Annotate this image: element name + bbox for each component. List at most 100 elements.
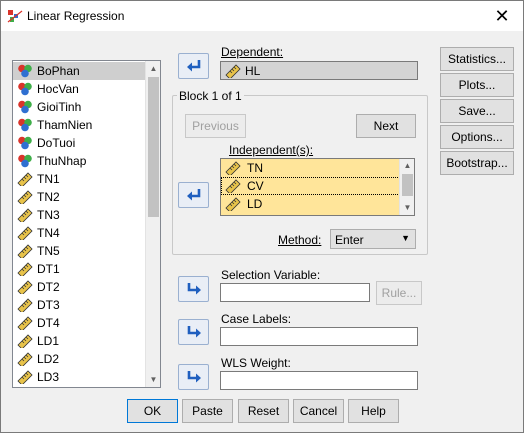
variable-item-ld1[interactable]: LD1 <box>13 332 146 350</box>
next-block-button[interactable]: Next <box>356 114 416 138</box>
dependent-field[interactable]: HL <box>220 61 418 80</box>
scale-variable-icon <box>17 352 33 366</box>
variable-list[interactable]: BoPhan HocVan GioiTinh ThamNien DoTuoi ThuNha… <box>12 60 161 388</box>
nominal-variable-icon <box>18 82 32 96</box>
independent-item-ld[interactable]: LD <box>221 195 414 213</box>
method-select[interactable]: Enter ▼ <box>330 229 416 249</box>
scroll-down-icon[interactable]: ▼ <box>400 201 414 215</box>
plots-button[interactable]: Plots... <box>440 73 514 97</box>
arrow-right-icon <box>187 371 201 383</box>
nominal-variable-icon <box>18 100 32 114</box>
independents-scrollbar[interactable]: ▲ ▼ <box>399 159 414 215</box>
move-to-dependent-button[interactable] <box>178 53 209 79</box>
variable-label: ThamNien <box>37 118 93 132</box>
variable-label: TN3 <box>37 208 60 222</box>
independent-label: LD <box>247 197 263 211</box>
variable-item-dt2[interactable]: DT2 <box>13 278 146 296</box>
variable-item-tn1[interactable]: TN1 <box>13 170 146 188</box>
variable-item-tn2[interactable]: TN2 <box>13 188 146 206</box>
scale-variable-icon <box>17 226 33 240</box>
scroll-up-icon[interactable]: ▲ <box>400 159 414 173</box>
variable-label: DT4 <box>37 316 60 330</box>
method-label: Method: <box>278 233 321 247</box>
scale-variable-icon <box>17 262 33 276</box>
move-to-wls-weight-button[interactable] <box>178 364 209 390</box>
scale-variable-icon <box>17 316 33 330</box>
scale-variable-icon <box>17 334 33 348</box>
previous-block-button[interactable]: Previous <box>185 114 246 138</box>
rule-button[interactable]: Rule... <box>376 281 422 305</box>
arrow-left-icon <box>187 60 201 72</box>
case-labels-field[interactable] <box>220 327 418 346</box>
paste-button[interactable]: Paste <box>182 399 233 423</box>
ok-button[interactable]: OK <box>127 399 178 423</box>
scale-variable-icon <box>225 161 241 175</box>
independent-label: TN <box>247 161 263 175</box>
independent-item-tn[interactable]: TN <box>221 159 414 177</box>
selection-variable-field[interactable] <box>220 283 370 302</box>
scale-variable-icon <box>17 280 33 294</box>
scale-variable-icon <box>17 172 33 186</box>
nominal-variable-icon <box>18 154 32 168</box>
nominal-variable-icon <box>18 118 32 132</box>
variable-label: TN5 <box>37 244 60 258</box>
variable-item-tn4[interactable]: TN4 <box>13 224 146 242</box>
nominal-variable-icon <box>18 136 32 150</box>
variable-label: BoPhan <box>37 64 80 78</box>
variable-item-ld3[interactable]: LD3 <box>13 368 146 386</box>
scale-variable-icon <box>225 179 241 193</box>
statistics-button[interactable]: Statistics... <box>440 47 514 71</box>
reset-button[interactable]: Reset <box>238 399 289 423</box>
method-label-text: Method: <box>278 233 322 247</box>
variable-label: GioiTinh <box>37 100 82 114</box>
independents-label: Independent(s): <box>229 143 314 157</box>
move-to-independents-button[interactable] <box>178 182 209 208</box>
variable-list-items: BoPhan HocVan GioiTinh ThamNien DoTuoi ThuNha… <box>13 62 146 386</box>
variable-item-hocvan[interactable]: HocVan <box>13 80 146 98</box>
move-to-case-labels-button[interactable] <box>178 319 209 345</box>
scale-variable-icon <box>17 208 33 222</box>
scroll-thumb[interactable] <box>402 174 413 196</box>
variable-label: HocVan <box>37 82 79 96</box>
move-to-selection-variable-button[interactable] <box>178 276 209 302</box>
variable-item-dotuoi[interactable]: DoTuoi <box>13 134 146 152</box>
variable-list-scrollbar[interactable]: ▲ ▼ <box>145 61 160 387</box>
selection-variable-label: Selection Variable: <box>221 268 321 282</box>
variable-item-tn5[interactable]: TN5 <box>13 242 146 260</box>
scale-variable-icon <box>17 298 33 312</box>
wls-weight-field[interactable] <box>220 371 418 390</box>
variable-item-thunhap[interactable]: ThuNhap <box>13 152 146 170</box>
variable-label: LD3 <box>37 370 60 384</box>
title-bar: Linear Regression ✕ <box>1 1 523 31</box>
scale-variable-icon <box>17 244 33 258</box>
independents-list[interactable]: TN CV LD ▲ ▼ <box>220 158 415 216</box>
nominal-variable-icon <box>18 64 32 78</box>
variable-item-tn3[interactable]: TN3 <box>13 206 146 224</box>
variable-item-dt1[interactable]: DT1 <box>13 260 146 278</box>
variable-item-ld2[interactable]: LD2 <box>13 350 146 368</box>
scale-variable-icon <box>17 370 33 384</box>
variable-item-bophan[interactable]: BoPhan <box>13 62 146 80</box>
help-button[interactable]: Help <box>348 399 399 423</box>
regression-app-icon <box>7 9 23 23</box>
save-button[interactable]: Save... <box>440 99 514 123</box>
variable-item-dt4[interactable]: DT4 <box>13 314 146 332</box>
variable-item-dt3[interactable]: DT3 <box>13 296 146 314</box>
variable-label: LD2 <box>37 352 60 366</box>
close-icon[interactable]: ✕ <box>491 5 513 27</box>
scale-variable-icon <box>225 197 241 211</box>
variable-label: TN2 <box>37 190 60 204</box>
scroll-up-icon[interactable]: ▲ <box>146 61 160 76</box>
bootstrap-button[interactable]: Bootstrap... <box>440 151 514 175</box>
cancel-button[interactable]: Cancel <box>293 399 344 423</box>
scroll-down-icon[interactable]: ▼ <box>146 372 160 387</box>
chevron-down-icon: ▼ <box>401 233 410 243</box>
arrow-left-icon <box>187 189 201 201</box>
variable-item-gioitinh[interactable]: GioiTinh <box>13 98 146 116</box>
variable-item-thamnien[interactable]: ThamNien <box>13 116 146 134</box>
block-title: Block 1 of 1 <box>177 89 244 103</box>
variable-label: TN1 <box>37 172 60 186</box>
scroll-thumb[interactable] <box>148 77 159 217</box>
options-button[interactable]: Options... <box>440 125 514 149</box>
independent-item-cv[interactable]: CV <box>221 177 414 195</box>
